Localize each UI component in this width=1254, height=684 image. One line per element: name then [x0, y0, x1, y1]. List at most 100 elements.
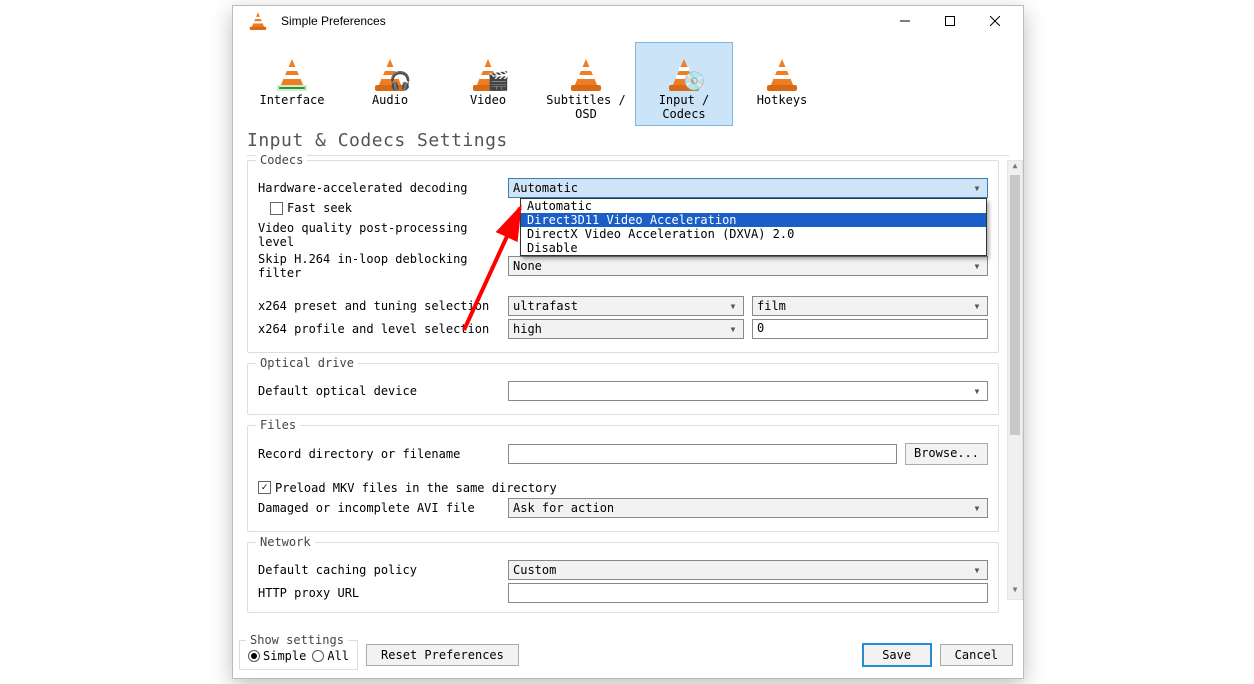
- combo-value: ultrafast: [513, 299, 578, 313]
- cone-icon: [275, 55, 309, 93]
- checkbox-box: [270, 202, 283, 215]
- dropdown-option[interactable]: Automatic: [521, 199, 986, 213]
- checkbox-label: Fast seek: [287, 201, 352, 215]
- tab-audio[interactable]: 🎧 Audio: [341, 42, 439, 126]
- window-title: Simple Preferences: [281, 14, 882, 28]
- tab-label: Video: [440, 93, 536, 107]
- all-radio[interactable]: All: [312, 649, 349, 663]
- settings-scroll-area: Codecs Hardware-accelerated decoding Aut…: [247, 160, 1021, 600]
- radio-label: Simple: [263, 649, 306, 663]
- group-legend: Network: [256, 535, 315, 549]
- vertical-scrollbar[interactable]: ▲ ▼: [1007, 160, 1023, 600]
- cone-icon: [765, 55, 799, 93]
- tab-label: Interface: [244, 93, 340, 107]
- clapper-icon: 🎬: [487, 73, 509, 91]
- checkbox-box: ✓: [258, 481, 271, 494]
- cone-icon: 🎬: [471, 55, 505, 93]
- dropdown-option-selected[interactable]: Direct3D11 Video Acceleration: [521, 213, 986, 227]
- simple-radio[interactable]: Simple: [248, 649, 306, 663]
- dropdown-option[interactable]: Disable: [521, 241, 986, 255]
- skip-deblock-label: Skip H.264 in-loop deblocking filter: [258, 252, 508, 280]
- fast-seek-checkbox[interactable]: Fast seek: [270, 201, 352, 215]
- button-label: Save: [882, 648, 911, 662]
- cone-icon: [569, 55, 603, 93]
- record-path-input[interactable]: [508, 444, 897, 464]
- footer: Show settings Simple All Reset Preferenc…: [239, 640, 1013, 670]
- optical-device-combo[interactable]: ▾: [508, 381, 988, 401]
- combo-value: high: [513, 322, 542, 336]
- group-legend: Codecs: [256, 153, 307, 167]
- avi-label: Damaged or incomplete AVI file: [258, 501, 508, 515]
- x264-profile-combo[interactable]: high ▾: [508, 319, 744, 339]
- combo-value: Automatic: [513, 181, 578, 195]
- tab-label: Input / Codecs: [636, 93, 732, 121]
- reset-preferences-button[interactable]: Reset Preferences: [366, 644, 519, 666]
- proxy-input[interactable]: [508, 583, 988, 603]
- caching-label: Default caching policy: [258, 563, 508, 577]
- skip-deblock-combo[interactable]: None ▾: [508, 256, 988, 276]
- tab-hotkeys[interactable]: Hotkeys: [733, 42, 831, 126]
- browse-button[interactable]: Browse...: [905, 443, 988, 465]
- dropdown-option[interactable]: DirectX Video Acceleration (DXVA) 2.0: [521, 227, 986, 241]
- chevron-down-icon: ▾: [971, 259, 983, 273]
- preload-mkv-checkbox[interactable]: ✓ Preload MKV files in the same director…: [258, 481, 557, 495]
- tab-label: Subtitles / OSD: [538, 93, 634, 121]
- chevron-down-icon: ▾: [727, 299, 739, 313]
- group-optical: Optical drive Default optical device ▾: [247, 363, 999, 415]
- preferences-window: Simple Preferences Interface 🎧 Audio 🎬 V…: [232, 5, 1024, 679]
- combo-value: None: [513, 259, 542, 273]
- group-files: Files Record directory or filename Brows…: [247, 425, 999, 532]
- cone-icon: 💿: [667, 55, 701, 93]
- close-button[interactable]: [972, 7, 1017, 35]
- chevron-down-icon: ▾: [971, 563, 983, 577]
- section-title: Input & Codecs Settings: [233, 126, 1023, 153]
- optical-device-label: Default optical device: [258, 384, 508, 398]
- scrollbar-thumb[interactable]: [1010, 175, 1020, 435]
- radio-label: All: [327, 649, 349, 663]
- chevron-down-icon: ▾: [971, 501, 983, 515]
- tab-subtitles[interactable]: Subtitles / OSD: [537, 42, 635, 126]
- caching-combo[interactable]: Custom ▾: [508, 560, 988, 580]
- tab-input-codecs[interactable]: 💿 Input / Codecs: [635, 42, 733, 126]
- x264-tune-combo[interactable]: film ▾: [752, 296, 988, 316]
- x264-profile-label: x264 profile and level selection: [258, 322, 508, 336]
- combo-value: Custom: [513, 563, 556, 577]
- chevron-down-icon: ▾: [971, 384, 983, 398]
- divider: [247, 155, 1009, 156]
- x264-level-input[interactable]: 0: [752, 319, 988, 339]
- x264-preset-combo[interactable]: ultrafast ▾: [508, 296, 744, 316]
- x264-preset-label: x264 preset and tuning selection: [258, 299, 508, 313]
- combo-value: Ask for action: [513, 501, 614, 515]
- category-tabs: Interface 🎧 Audio 🎬 Video Subtitles / OS…: [233, 36, 1023, 126]
- record-path-label: Record directory or filename: [258, 447, 508, 461]
- tab-video[interactable]: 🎬 Video: [439, 42, 537, 126]
- button-label: Browse...: [914, 446, 979, 460]
- button-label: Cancel: [955, 648, 998, 662]
- cancel-button[interactable]: Cancel: [940, 644, 1013, 666]
- chevron-down-icon: ▾: [727, 322, 739, 336]
- tab-label: Audio: [342, 93, 438, 107]
- minimize-button[interactable]: [882, 7, 927, 35]
- cone-icon: 🎧: [373, 55, 407, 93]
- maximize-button[interactable]: [927, 7, 972, 35]
- group-codecs: Codecs Hardware-accelerated decoding Aut…: [247, 160, 999, 353]
- headphones-icon: 🎧: [389, 73, 411, 91]
- chevron-down-icon: ▾: [971, 299, 983, 313]
- group-legend: Show settings: [246, 633, 348, 647]
- button-label: Reset Preferences: [381, 648, 504, 662]
- titlebar: Simple Preferences: [233, 6, 1023, 36]
- group-legend: Files: [256, 418, 300, 432]
- tab-interface[interactable]: Interface: [243, 42, 341, 126]
- scroll-up-icon[interactable]: ▲: [1008, 161, 1022, 175]
- chevron-down-icon: ▾: [971, 181, 983, 195]
- hw-decode-dropdown[interactable]: Automatic Direct3D11 Video Acceleration …: [520, 198, 987, 256]
- hw-decode-combo[interactable]: Automatic ▾: [508, 178, 988, 198]
- scroll-down-icon[interactable]: ▼: [1008, 585, 1022, 599]
- tab-label: Hotkeys: [734, 93, 830, 107]
- combo-value: film: [757, 299, 786, 313]
- save-button[interactable]: Save: [862, 643, 932, 667]
- hw-decode-label: Hardware-accelerated decoding: [258, 181, 508, 195]
- show-settings-group: Show settings Simple All: [239, 640, 358, 670]
- avi-combo[interactable]: Ask for action ▾: [508, 498, 988, 518]
- group-network: Network Default caching policy Custom ▾ …: [247, 542, 999, 613]
